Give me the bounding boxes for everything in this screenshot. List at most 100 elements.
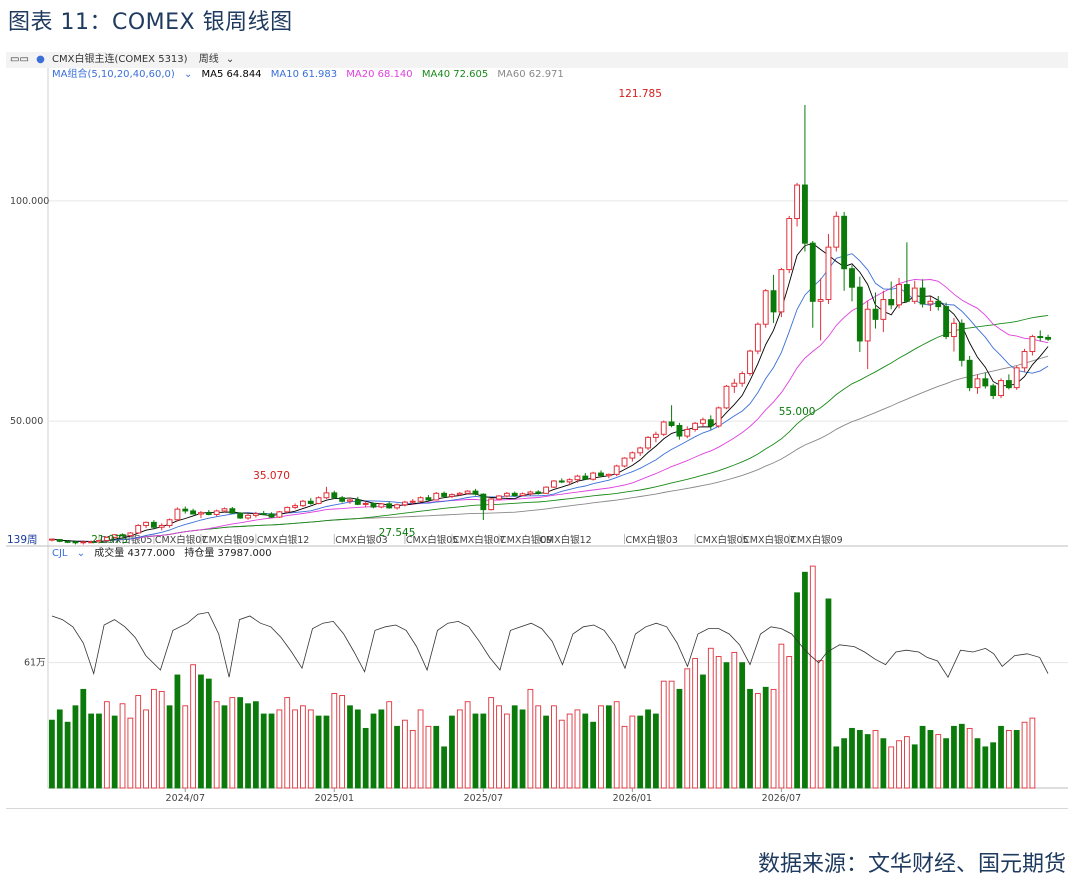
volume-bar — [480, 713, 487, 789]
candle — [543, 486, 550, 494]
candle-body — [974, 378, 981, 389]
candle — [770, 274, 777, 323]
volume-bar — [809, 565, 816, 789]
candle-body — [150, 521, 157, 528]
price-tick-label: 50.000 — [10, 416, 43, 427]
candle — [1037, 330, 1044, 342]
volume-tick-label: 61万 — [24, 658, 46, 669]
candle-body — [966, 359, 973, 389]
candle — [1005, 374, 1012, 390]
volume-bar — [684, 668, 691, 789]
candle-body — [872, 308, 879, 320]
volume-bar — [72, 705, 79, 789]
date-tick-label: 2025/07 — [464, 793, 503, 804]
contract-label: CMX白银12 — [539, 534, 591, 546]
candle — [205, 510, 212, 516]
candle-body — [64, 540, 71, 543]
candle — [299, 499, 306, 507]
candle-body — [511, 492, 518, 497]
candle-body — [127, 532, 134, 537]
candle — [276, 510, 283, 518]
candlestick-chart[interactable]: 100.00050.000CMX白银05 CMX白银07CMX白银09 CMX白银1… — [6, 52, 1068, 808]
candle-body — [72, 541, 79, 544]
candle — [794, 182, 801, 227]
volume-bar — [449, 715, 455, 789]
candle-body — [723, 385, 730, 409]
volume-bar — [856, 730, 863, 789]
volume-bar — [503, 713, 510, 789]
candle-body — [354, 499, 361, 505]
candle — [394, 503, 400, 510]
volume-bar — [56, 709, 63, 789]
date-tick-label: 2026/01 — [613, 793, 652, 804]
candle-body — [496, 495, 502, 500]
volume-bar — [519, 709, 526, 789]
candle-body — [480, 493, 487, 511]
candle-body — [190, 510, 197, 515]
candle — [919, 279, 926, 308]
volume-bar — [441, 746, 447, 789]
candle-body — [911, 287, 918, 302]
volume-bar — [731, 651, 738, 789]
candle-body — [1005, 380, 1012, 389]
volume-bar — [888, 746, 895, 789]
candle-body — [158, 524, 165, 528]
candle-body — [731, 382, 738, 387]
candle — [354, 496, 361, 506]
candle-body — [464, 490, 471, 494]
candle-body — [409, 500, 416, 503]
candle-body — [543, 486, 550, 494]
candle — [637, 446, 644, 456]
candle-body — [135, 524, 142, 534]
candle-body — [982, 378, 989, 387]
volume-bar — [386, 701, 393, 789]
candle — [182, 506, 189, 514]
candle-body — [715, 407, 722, 427]
candle-body — [339, 497, 346, 502]
volume-bar — [770, 688, 777, 789]
candle-body — [833, 215, 840, 248]
candle — [684, 426, 691, 439]
candle-body — [566, 479, 573, 483]
candle — [872, 292, 879, 329]
contract-label: CMX白银07 — [155, 534, 207, 546]
volume-bar — [535, 705, 542, 789]
volume-bar — [527, 688, 534, 789]
volume-bar — [919, 725, 926, 789]
candle-body — [276, 511, 283, 518]
candle — [723, 384, 730, 410]
candle — [135, 524, 142, 534]
volume-bar — [692, 658, 698, 789]
date-tick-label: 2024/07 — [166, 793, 205, 804]
candle-body — [801, 184, 808, 244]
volume-bar — [433, 725, 440, 789]
volume-bar — [637, 715, 644, 789]
figure-title: 图表 11：COMEX 银周线图 — [8, 10, 293, 35]
candle — [449, 493, 455, 499]
volume-bar — [1005, 730, 1012, 789]
date-tick-label: 2025/01 — [315, 793, 354, 804]
candle-body — [401, 501, 408, 506]
volume-bar — [323, 715, 330, 789]
candle — [990, 383, 997, 400]
candle-body — [637, 447, 644, 454]
volume-bar — [347, 705, 353, 789]
open-interest-line — [51, 611, 1049, 679]
low-price-label: 27.545 — [379, 527, 416, 539]
candle — [284, 506, 291, 514]
candle — [143, 521, 149, 529]
volume-bar — [715, 656, 722, 789]
candle-body — [472, 490, 479, 495]
candle — [213, 509, 220, 517]
candle-body — [660, 421, 667, 435]
candle-body — [558, 480, 565, 483]
contract-label: CMX白银07 — [453, 534, 505, 546]
volume-bar — [402, 719, 408, 789]
candle — [849, 265, 855, 302]
candle-body — [550, 480, 557, 488]
candle-body — [629, 452, 636, 459]
contract-label: CMX白银09 — [202, 534, 254, 546]
candle — [896, 277, 902, 309]
candle-body — [998, 380, 1004, 397]
volume-bar — [119, 703, 126, 789]
